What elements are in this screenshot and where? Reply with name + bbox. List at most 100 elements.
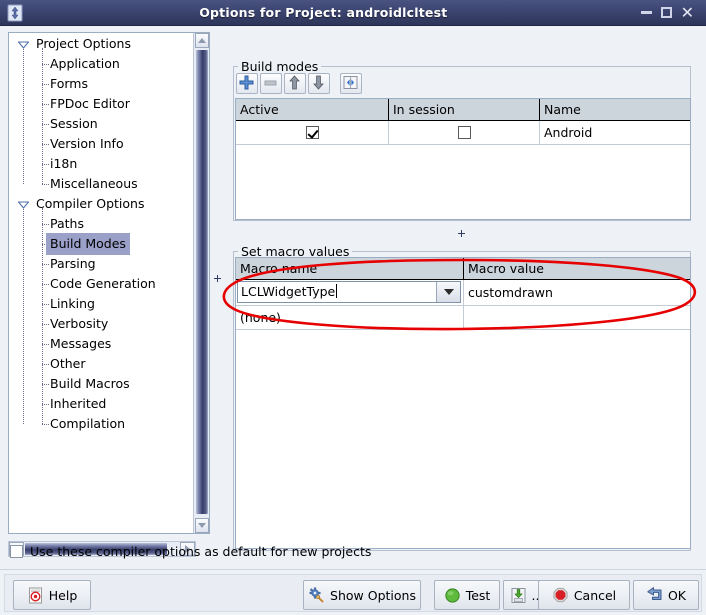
sidebar-item-session[interactable]: Session bbox=[10, 114, 194, 134]
cancel-button[interactable]: Cancel bbox=[538, 580, 630, 610]
macro-name-input[interactable]: LCLWidgetType bbox=[238, 282, 436, 302]
cell-macro-value[interactable] bbox=[464, 306, 690, 329]
cell-active[interactable] bbox=[236, 121, 389, 144]
scroll-up-button[interactable] bbox=[195, 33, 209, 48]
default-options-checkbox[interactable] bbox=[10, 544, 23, 558]
tree-connector bbox=[42, 284, 49, 285]
sidebar-item-messages[interactable]: Messages bbox=[10, 334, 194, 354]
in-session-checkbox[interactable] bbox=[457, 126, 471, 139]
cell-in-session[interactable] bbox=[389, 121, 540, 144]
scroll-down-button[interactable] bbox=[195, 518, 209, 533]
sidebar-item-label: Messages bbox=[50, 336, 112, 351]
tree-vertical-scrollbar[interactable] bbox=[193, 33, 209, 533]
test-button-label: Test bbox=[465, 587, 491, 603]
build-modes-table[interactable]: Active In session Name Android bbox=[235, 98, 691, 220]
cell-macro-name[interactable]: (none) bbox=[236, 306, 464, 329]
sidebar-item-build-modes[interactable]: Build Modes bbox=[10, 234, 194, 254]
sidebar-item-i18n[interactable]: i18n bbox=[10, 154, 194, 174]
chevron-down-icon bbox=[198, 523, 206, 528]
ok-button[interactable]: OK bbox=[633, 580, 699, 610]
sidebar-item-code-generation[interactable]: Code Generation bbox=[10, 274, 194, 294]
sidebar-item-compilation[interactable]: Compilation bbox=[10, 414, 194, 434]
help-icon bbox=[27, 587, 44, 604]
ok-button-label: OK bbox=[667, 587, 687, 603]
show-options-button[interactable]: Show Options bbox=[303, 580, 421, 610]
tree-connector bbox=[42, 224, 49, 225]
table-row[interactable]: (none) bbox=[236, 306, 690, 330]
macro-values-table[interactable]: Macro name Macro value LCLWidgetType cus… bbox=[235, 257, 691, 549]
stop-octagon-icon bbox=[552, 587, 569, 604]
cell-macro-name[interactable]: LCLWidgetType bbox=[236, 280, 464, 305]
options-tree[interactable]: Project Options Application Forms FPDoc Edi… bbox=[10, 34, 194, 519]
default-options-checkbox-row[interactable]: Use these compiler options as default fo… bbox=[10, 541, 410, 561]
window-title: Options for Project: androidlcltest bbox=[199, 5, 448, 20]
triangle-expanded-icon[interactable] bbox=[18, 40, 29, 49]
sidebar-item-label: Inherited bbox=[50, 396, 107, 411]
sidebar-item-label: Verbosity bbox=[50, 316, 109, 331]
tree-connector bbox=[42, 104, 49, 105]
build-mode-diff-button[interactable] bbox=[340, 72, 362, 94]
sidebar-item-fpdoc-editor[interactable]: FPDoc Editor bbox=[10, 94, 194, 114]
minus-icon bbox=[263, 75, 280, 92]
build-modes-table-header: Active In session Name bbox=[236, 99, 690, 121]
sidebar-item-verbosity[interactable]: Verbosity bbox=[10, 314, 194, 334]
test-button[interactable]: Test bbox=[434, 580, 500, 610]
move-build-mode-down-button[interactable] bbox=[308, 72, 330, 94]
splitter-grip-icon bbox=[458, 225, 465, 237]
sidebar-item-label: Application bbox=[50, 56, 120, 71]
minimize-icon[interactable] bbox=[640, 10, 652, 15]
triangle-expanded-icon[interactable] bbox=[18, 200, 29, 209]
sidebar-item-linking[interactable]: Linking bbox=[10, 294, 194, 314]
tree-connector bbox=[42, 344, 49, 345]
plus-icon bbox=[239, 75, 256, 92]
help-button[interactable]: Help bbox=[13, 580, 91, 610]
cell-name[interactable]: Android bbox=[540, 121, 690, 144]
arrow-up-icon bbox=[287, 74, 304, 92]
close-icon[interactable]: ✕ bbox=[681, 4, 694, 21]
active-checkbox[interactable] bbox=[305, 126, 319, 139]
return-arrow-icon bbox=[646, 586, 663, 604]
sidebar-item-version-info[interactable]: Version Info bbox=[10, 134, 194, 154]
sidebar-item-inherited[interactable]: Inherited bbox=[10, 394, 194, 414]
cancel-button-label: Cancel bbox=[573, 587, 617, 603]
tree-connector bbox=[42, 84, 49, 85]
column-header-macro-value[interactable]: Macro value bbox=[464, 258, 690, 279]
column-header-name[interactable]: Name bbox=[540, 99, 690, 120]
default-options-label: Use these compiler options as default fo… bbox=[30, 543, 372, 559]
chevron-up-icon bbox=[198, 38, 206, 43]
sidebar-item-paths[interactable]: Paths bbox=[10, 214, 194, 234]
sidebar-item-label: i18n bbox=[50, 156, 78, 171]
maximize-icon[interactable] bbox=[660, 7, 672, 18]
sidebar-item-application[interactable]: Application bbox=[10, 54, 194, 74]
tree-vscroll-thumb[interactable] bbox=[196, 50, 208, 514]
window-title-bar: Options for Project: androidlcltest ✕ bbox=[0, 0, 706, 26]
macro-name-combobox[interactable]: LCLWidgetType bbox=[237, 281, 461, 303]
table-row[interactable]: Android bbox=[236, 121, 690, 145]
column-header-active[interactable]: Active bbox=[236, 99, 389, 120]
table-row[interactable]: LCLWidgetType customdrawn bbox=[236, 280, 690, 306]
horizontal-splitter[interactable] bbox=[233, 222, 691, 237]
sidebar-item-build-macros[interactable]: Build Macros bbox=[10, 374, 194, 394]
tree-connector bbox=[42, 364, 49, 365]
dialog-button-bar: Help Show Options Test Cancel OK bbox=[0, 569, 706, 615]
move-build-mode-up-button[interactable] bbox=[284, 72, 306, 94]
column-header-macro-name[interactable]: Macro name bbox=[236, 258, 464, 279]
remove-build-mode-button[interactable] bbox=[260, 72, 282, 94]
vertical-splitter[interactable] bbox=[211, 32, 225, 557]
macro-table-header: Macro name Macro value bbox=[236, 258, 690, 280]
sidebar-item-other[interactable]: Other bbox=[10, 354, 194, 374]
column-header-in-session[interactable]: In session bbox=[389, 99, 540, 120]
macro-name-dropdown-button[interactable] bbox=[436, 282, 460, 302]
sidebar-item-parsing[interactable]: Parsing bbox=[10, 254, 194, 274]
macro-name-value: LCLWidgetType bbox=[241, 284, 336, 299]
sidebar-item-miscellaneous[interactable]: Miscellaneous bbox=[10, 174, 194, 194]
tree-connector bbox=[42, 404, 49, 405]
tree-connector bbox=[42, 264, 49, 265]
add-build-mode-button[interactable] bbox=[236, 72, 258, 94]
cell-macro-value[interactable]: customdrawn bbox=[464, 280, 690, 305]
tree-connector bbox=[23, 49, 24, 184]
sidebar-item-project-options[interactable]: Project Options bbox=[10, 34, 194, 54]
sidebar-item-compiler-options[interactable]: Compiler Options bbox=[10, 194, 194, 214]
tree-connector bbox=[42, 424, 49, 425]
sidebar-item-forms[interactable]: Forms bbox=[10, 74, 194, 94]
